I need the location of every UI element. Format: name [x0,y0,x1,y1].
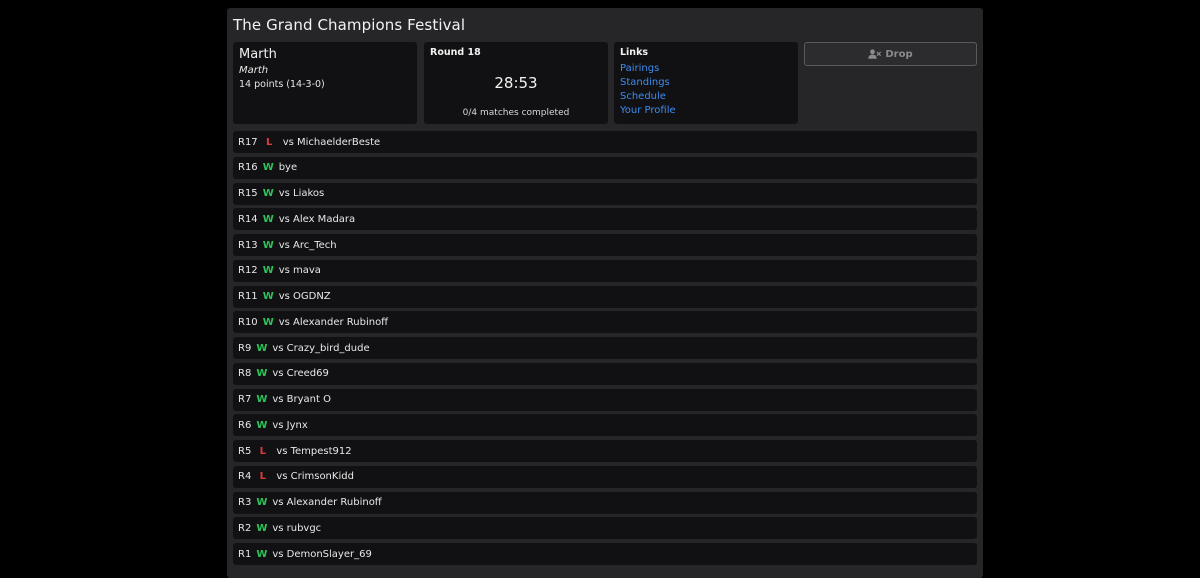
match-round: R3 [238,497,252,508]
tournament-title: The Grand Champions Festival [233,16,466,34]
match-row[interactable]: R7 Wvs Bryant O [233,388,977,411]
link-schedule[interactable]: Schedule [620,90,792,104]
match-opponent: vs Alexander Rubinoff [278,316,389,328]
match-row[interactable]: R15 Wvs Liakos [233,182,977,205]
match-result-win: W [262,316,274,328]
links-title: Links [620,47,649,58]
match-round: R6 [238,419,252,431]
link-your-profile[interactable]: Your Profile [620,104,792,118]
match-result-win: W [256,497,268,508]
match-opponent: vs rubvgc [272,522,322,534]
match-round: R8 [238,368,252,380]
match-row[interactable]: R8 Wvs Creed69 [233,362,977,385]
match-result-win: W [256,522,268,534]
match-round: R12 [238,265,258,277]
round-status: 0/4 matches completed [462,108,570,118]
match-round: R7 [238,394,252,405]
match-round: R14 [238,213,258,225]
user-remove-icon [868,49,882,59]
match-result-loss: L [266,136,273,148]
match-opponent: vs Alexander Rubinoff [272,497,382,508]
match-opponent: bye [278,162,298,174]
links-card: Links Pairings Standings Schedule Your P… [614,42,798,124]
match-round: R9 [238,342,252,354]
player-name: Marth [239,47,277,62]
match-opponent: vs CrimsonKidd [276,471,354,483]
match-opponent: vs DemonSlayer_69 [272,548,372,560]
link-pairings[interactable]: Pairings [620,62,792,76]
link-standings[interactable]: Standings [620,76,792,90]
match-row[interactable]: R6 Wvs Jynx [233,414,977,437]
match-row[interactable]: R5 Lvs Tempest912 [233,440,977,462]
match-result-win: W [262,213,274,225]
match-row[interactable]: R1 Wvs DemonSlayer_69 [233,543,977,565]
match-result-win: W [256,419,268,431]
match-row[interactable]: R3 Wvs Alexander Rubinoff [233,491,977,514]
match-result-loss: L [259,471,266,483]
match-round: R13 [238,239,258,251]
match-result-win: W [256,394,268,405]
match-opponent: vs OGDNZ [278,291,331,302]
tournament-panel: The Grand Champions Festival Marth Marth… [227,8,983,578]
match-round: R5 [238,445,252,457]
match-opponent: vs Jynx [272,419,308,431]
match-round: R15 [238,188,258,199]
match-round: R11 [238,291,258,302]
player-card: Marth Marth 14 points (14-3-0) [233,42,417,124]
match-opponent: vs Liakos [278,188,325,199]
match-row[interactable]: R13 Wvs Arc_Tech [233,234,977,256]
match-round: R2 [238,522,252,534]
match-opponent: vs mava [278,265,321,277]
match-row[interactable]: R12 Wvs mava [233,259,977,282]
match-row[interactable]: R10 Wvs Alexander Rubinoff [233,311,977,334]
match-result-win: W [262,291,274,302]
match-result-win: W [262,239,274,251]
match-result-win: W [262,162,274,174]
match-result-win: W [256,342,268,354]
match-result-win: W [262,265,274,277]
drop-button-label: Drop [885,48,913,60]
match-result-loss: L [259,445,266,457]
match-row[interactable]: R2 Wvs rubvgc [233,517,977,540]
match-round: R16 [238,162,258,174]
player-points: 14 points (14-3-0) [239,79,325,90]
match-round: R1 [238,548,252,560]
match-row[interactable]: R4 Lvs CrimsonKidd [233,465,977,488]
match-history-list: R17 Lvs MichaelderBeste R16 Wbye R15 Wvs Liak… [233,131,977,569]
match-result-win: W [262,188,274,199]
match-opponent: vs Arc_Tech [278,239,337,251]
match-row[interactable]: R16 Wbye [233,156,977,179]
match-round: R4 [238,471,252,483]
match-opponent: vs MichaelderBeste [282,136,381,148]
match-result-win: W [256,548,268,560]
match-row[interactable]: R14 Wvs Alex Madara [233,208,977,231]
match-round: R17 [238,136,258,148]
player-alias: Marth [239,65,269,76]
match-round: R10 [238,316,258,328]
match-opponent: vs Tempest912 [276,445,352,457]
match-opponent: vs Creed69 [272,368,329,380]
match-row[interactable]: R9 Wvs Crazy_bird_dude [233,337,977,359]
round-card: Round 18 28:53 0/4 matches completed [424,42,608,124]
round-timer: 28:53 [494,74,538,92]
match-opponent: vs Bryant O [272,394,331,405]
match-row[interactable]: R17 Lvs MichaelderBeste [233,131,977,153]
round-title: Round 18 [430,47,481,58]
match-opponent: vs Alex Madara [278,213,356,225]
match-result-win: W [256,368,268,380]
drop-button[interactable]: Drop [804,42,977,66]
match-opponent: vs Crazy_bird_dude [272,342,370,354]
match-row[interactable]: R11 Wvs OGDNZ [233,285,977,308]
